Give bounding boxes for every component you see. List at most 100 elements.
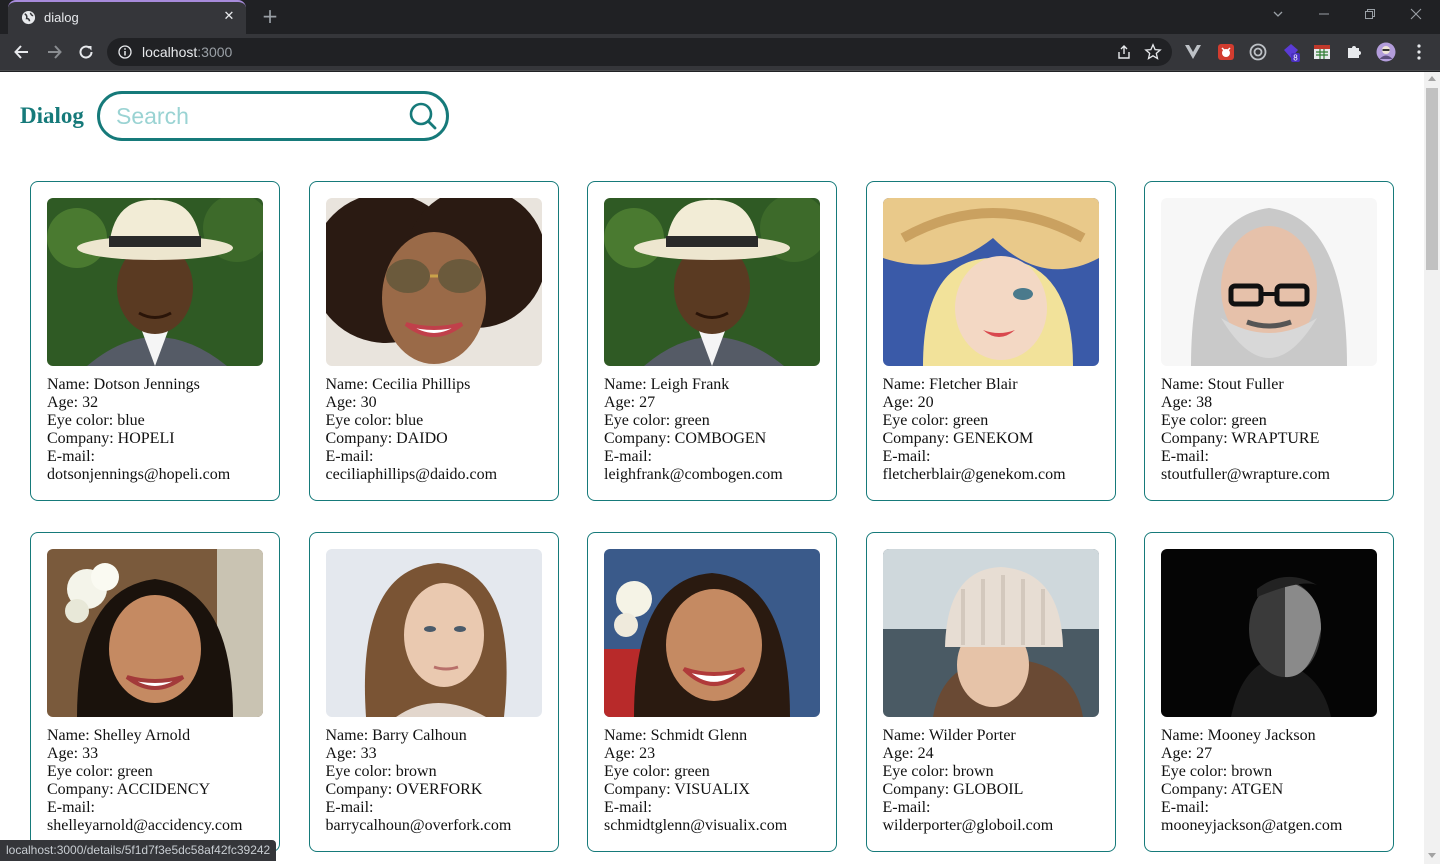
browser-toolbar: localhost:3000 8: [0, 34, 1440, 71]
user-email: ceciliaphillips@daido.com: [325, 466, 498, 483]
user-email-label: E-mail:: [882, 448, 931, 465]
target-extension-icon[interactable]: [1248, 42, 1268, 62]
user-photo: [1161, 549, 1377, 717]
user-name: Name: Wilder Porter: [882, 727, 1016, 744]
user-name: Name: Barry Calhoun: [325, 727, 467, 744]
user-eye-color: Eye color: brown: [325, 763, 437, 780]
close-window-icon[interactable]: [1394, 0, 1440, 30]
brand-title: Dialog: [20, 103, 84, 128]
tab-search-chevron-icon[interactable]: [1256, 0, 1302, 30]
gem-extension-icon[interactable]: 8: [1281, 42, 1301, 62]
user-age: Age: 33: [325, 745, 377, 762]
user-email-label: E-mail:: [325, 448, 374, 465]
tab-title: dialog: [44, 10, 79, 25]
bug-extension-icon[interactable]: [1216, 42, 1236, 62]
user-email: stoutfuller@wrapture.com: [1161, 466, 1330, 483]
user-name: Name: Mooney Jackson: [1161, 727, 1316, 744]
user-card[interactable]: Name: Dotson Jennings Age: 32 Eye color:…: [30, 181, 280, 501]
user-photo: [325, 549, 542, 717]
user-email-label: E-mail:: [325, 799, 374, 816]
scroll-down-arrow-icon[interactable]: [1428, 853, 1436, 858]
user-company: Company: ATGEN: [1161, 781, 1284, 798]
user-age: Age: 20: [882, 394, 934, 411]
profile-avatar-icon[interactable]: [1376, 42, 1396, 62]
address-bar[interactable]: localhost:3000: [107, 38, 1172, 66]
user-age: Age: 23: [604, 745, 656, 762]
page-viewport: Dialog Name: Dotson Jennings Age: 32 Eye…: [0, 72, 1424, 864]
user-eye-color: Eye color: brown: [1161, 763, 1273, 780]
status-bar-url: localhost:3000/details/5f1d7f3e5dc58af42…: [0, 840, 277, 861]
browser-tab[interactable]: dialog ✕: [8, 0, 246, 34]
tab-strip: dialog ✕ +: [0, 0, 1440, 34]
user-card[interactable]: Name: Shelley Arnold Age: 33 Eye color: …: [30, 532, 280, 852]
user-email-label: E-mail:: [604, 799, 652, 816]
user-info: Name: Mooney Jackson Age: 27 Eye color: …: [1161, 727, 1377, 835]
user-photo: [325, 198, 542, 366]
user-card[interactable]: Name: Mooney Jackson Age: 27 Eye color: …: [1144, 532, 1394, 852]
user-age: Age: 27: [1161, 745, 1213, 762]
back-arrow-icon[interactable]: [9, 39, 35, 65]
user-email: fletcherblair@genekom.com: [882, 466, 1066, 483]
site-info-icon[interactable]: [118, 45, 132, 59]
user-email: wilderporter@globoil.com: [882, 817, 1054, 834]
user-eye-color: Eye color: blue: [325, 412, 424, 429]
user-email: schmidtglenn@visualix.com: [604, 817, 788, 834]
scrollbar-thumb[interactable]: [1426, 88, 1438, 270]
user-photo: [604, 549, 820, 717]
user-email-label: E-mail:: [882, 799, 931, 816]
user-email: shelleyarnold@accidency.com: [47, 817, 243, 834]
address-url: localhost:3000: [142, 44, 233, 60]
globe-icon: [21, 10, 36, 25]
user-info: Name: Cecilia Phillips Age: 30 Eye color…: [326, 376, 542, 484]
reload-icon[interactable]: [73, 39, 99, 65]
user-company: Company: VISUALIX: [604, 781, 750, 798]
user-company: Company: WRAPTURE: [1161, 430, 1320, 447]
user-name: Name: Leigh Frank: [604, 376, 730, 393]
user-eye-color: Eye color: green: [882, 412, 989, 429]
user-info: Name: Schmidt Glenn Age: 23 Eye color: g…: [604, 727, 820, 835]
search-box: [97, 91, 449, 141]
user-card[interactable]: Name: Cecilia Phillips Age: 30 Eye color…: [308, 181, 559, 501]
user-email-label: E-mail:: [47, 448, 95, 465]
user-photo: [604, 198, 820, 366]
user-eye-color: Eye color: green: [47, 763, 153, 780]
minimize-icon[interactable]: [1302, 0, 1348, 30]
user-photo: [47, 549, 263, 717]
kebab-menu-icon[interactable]: [1409, 42, 1429, 62]
user-info: Name: Fletcher Blair Age: 20 Eye color: …: [883, 376, 1099, 484]
user-email-label: E-mail:: [47, 799, 95, 816]
user-company: Company: COMBOGEN: [604, 430, 767, 447]
user-info: Name: Stout Fuller Age: 38 Eye color: gr…: [1161, 376, 1377, 484]
user-card[interactable]: Name: Leigh Frank Age: 27 Eye color: gre…: [587, 181, 837, 501]
search-icon[interactable]: [408, 101, 438, 131]
search-input[interactable]: [116, 102, 396, 130]
grid-extension-icon[interactable]: [1312, 42, 1332, 62]
user-email: mooneyjackson@atgen.com: [1161, 817, 1343, 834]
user-eye-color: Eye color: brown: [882, 763, 994, 780]
tab-close-icon[interactable]: ✕: [220, 8, 238, 26]
forward-arrow-icon[interactable]: [41, 39, 67, 65]
extensions-puzzle-icon[interactable]: [1344, 42, 1364, 62]
restore-icon[interactable]: [1348, 0, 1394, 30]
user-email: barrycalhoun@overfork.com: [325, 817, 512, 834]
user-card[interactable]: Name: Barry Calhoun Age: 33 Eye color: b…: [308, 532, 559, 852]
user-age: Age: 38: [1161, 394, 1213, 411]
share-icon[interactable]: [1116, 44, 1132, 60]
user-age: Age: 24: [882, 745, 934, 762]
user-email-label: E-mail:: [604, 448, 652, 465]
user-card[interactable]: Name: Fletcher Blair Age: 20 Eye color: …: [865, 181, 1116, 501]
scroll-up-arrow-icon[interactable]: [1428, 76, 1436, 81]
vuetify-extension-icon[interactable]: [1183, 42, 1203, 62]
user-company: Company: DAIDO: [325, 430, 448, 447]
user-eye-color: Eye color: green: [1161, 412, 1267, 429]
user-age: Age: 32: [47, 394, 99, 411]
user-name: Name: Cecilia Phillips: [325, 376, 471, 393]
bookmark-star-icon[interactable]: [1144, 43, 1162, 61]
user-name: Name: Dotson Jennings: [47, 376, 200, 393]
new-tab-icon[interactable]: +: [258, 4, 282, 28]
user-card[interactable]: Name: Schmidt Glenn Age: 23 Eye color: g…: [587, 532, 837, 852]
user-email-label: E-mail:: [1161, 448, 1209, 465]
user-card[interactable]: Name: Wilder Porter Age: 24 Eye color: b…: [865, 532, 1116, 852]
user-card[interactable]: Name: Stout Fuller Age: 38 Eye color: gr…: [1144, 181, 1394, 501]
user-name: Name: Stout Fuller: [1161, 376, 1284, 393]
